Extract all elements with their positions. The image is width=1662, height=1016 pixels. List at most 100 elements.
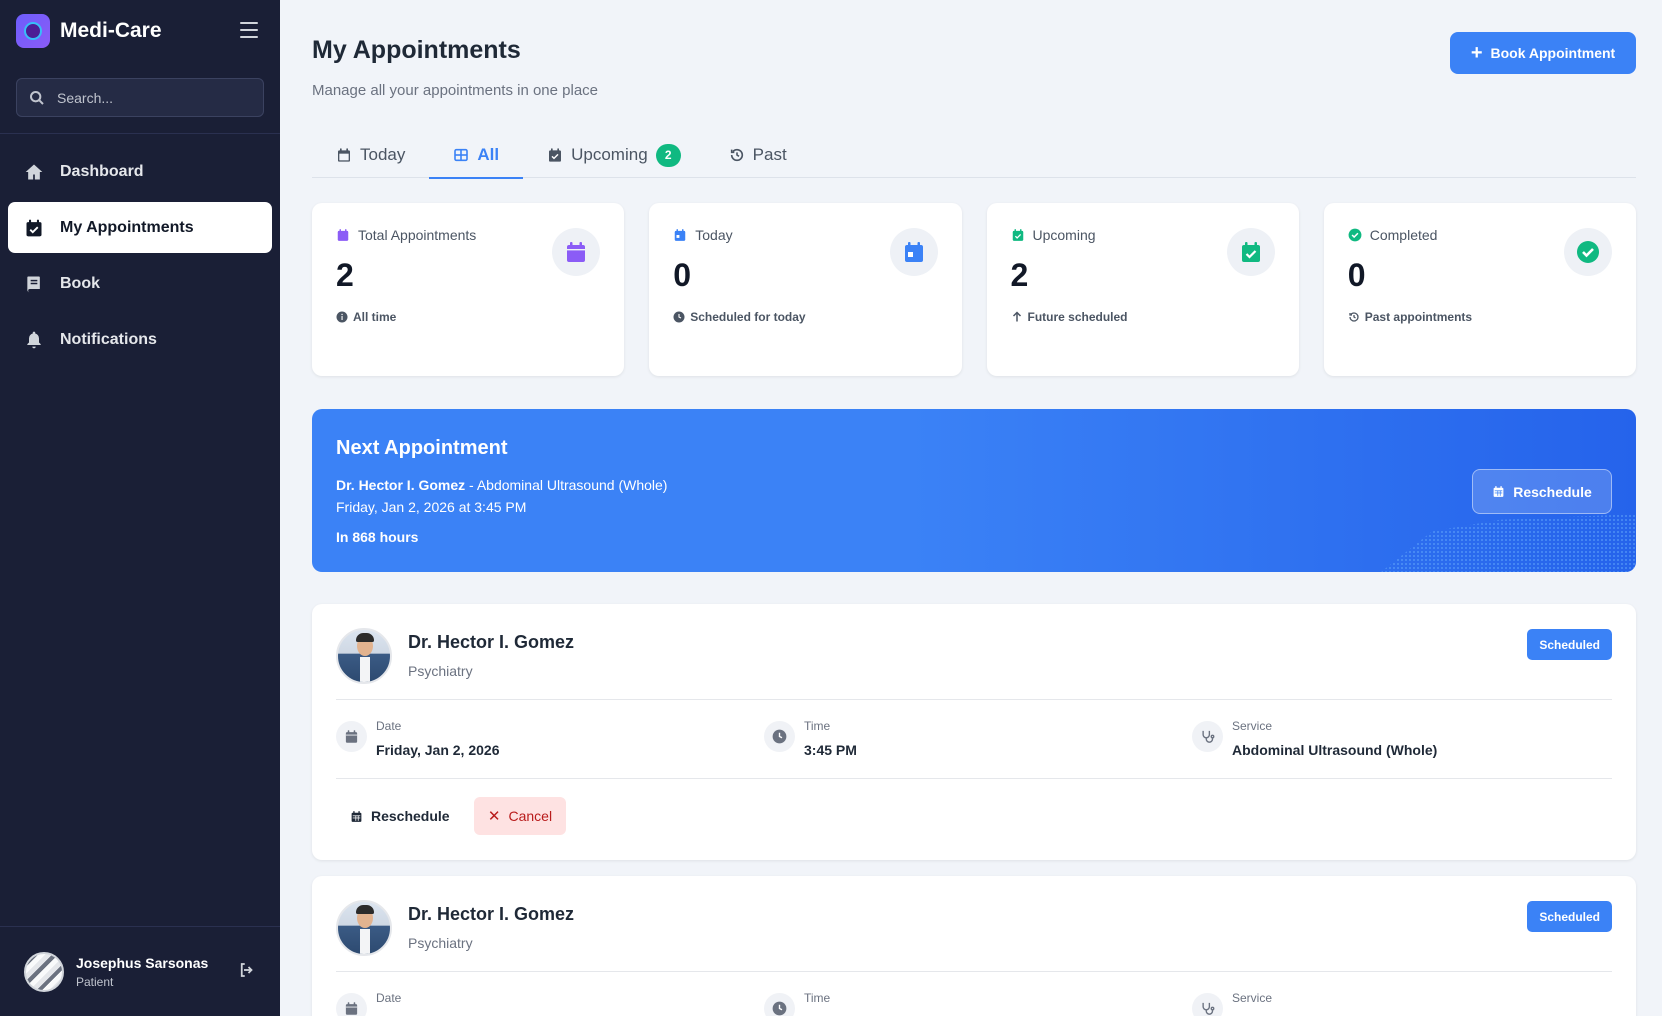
sidebar-item-dashboard[interactable]: Dashboard (8, 146, 272, 197)
info-icon (336, 311, 348, 323)
page-subtitle: Manage all your appointments in one plac… (312, 82, 599, 99)
avatar[interactable] (24, 951, 64, 992)
plus-icon: + (1470, 42, 1483, 64)
doctor-avatar (336, 900, 392, 956)
calendar-icon (567, 242, 586, 262)
grid-icon (454, 148, 469, 162)
home-icon (25, 164, 43, 179)
calendar-icon (337, 229, 349, 241)
search-input[interactable] (57, 89, 247, 106)
stat-footer: All time (353, 310, 397, 324)
next-appointment-service: - Abdominal Ultrasound (Whole) (465, 477, 668, 493)
clock-icon (772, 729, 787, 744)
date-label: Date (376, 991, 402, 1005)
card-divider (336, 778, 1612, 779)
doctor-specialty: Psychiatry (408, 663, 473, 679)
sidebar-item-notifications[interactable]: Notifications (8, 314, 272, 365)
calendar-check-icon (1012, 229, 1023, 241)
stat-footer: Future scheduled (1027, 310, 1128, 324)
hamburger-menu-icon[interactable] (240, 22, 258, 38)
service-label: Service (1232, 719, 1273, 733)
status-badge: Scheduled (1527, 901, 1612, 932)
appointment-service: Service (1192, 991, 1272, 1016)
doctor-avatar (336, 628, 392, 684)
stethoscope-icon (1202, 730, 1215, 743)
user-info: Josephus Sarsonas Patient (76, 955, 208, 989)
appointment-card: Dr. Hector I. Gomez Psychiatry Scheduled… (312, 876, 1636, 1016)
service-value: Abdominal Ultrasound (Whole) (1232, 742, 1438, 758)
date-value: Friday, Jan 2, 2026 (376, 742, 500, 758)
stat-card-upcoming: Upcoming 2 Future scheduled (986, 203, 1299, 376)
appointment-card: Dr. Hector I. Gomez Psychiatry Scheduled… (312, 604, 1636, 860)
calendar-icon (338, 148, 350, 162)
cancel-label: Cancel (508, 808, 553, 824)
book-icon (27, 276, 40, 292)
card-divider (336, 699, 1612, 700)
next-appointment-banner: Next Appointment Dr. Hector I. Gomez - A… (312, 409, 1636, 572)
appointment-tabs: Today All Upcoming 2 Past (312, 132, 1636, 179)
user-role: Patient (76, 974, 114, 989)
appointment-date: Date (336, 991, 401, 1016)
next-appointment-reschedule-button[interactable]: Reschedule (1472, 469, 1612, 514)
calendar-day-icon (904, 242, 923, 262)
book-appointment-label: Book Appointment (1490, 45, 1616, 61)
next-appointment-doctor: Dr. Hector I. Gomez (336, 477, 466, 493)
history-icon (730, 148, 743, 162)
tab-all[interactable]: All (429, 132, 523, 179)
appointment-date: Date Friday, Jan 2, 2026 (336, 719, 499, 758)
appointment-service: Service Abdominal Ultrasound (Whole) (1192, 719, 1437, 758)
sidebar-nav: Dashboard My Appointments Book Notificat… (8, 146, 272, 370)
tab-label: Past (752, 145, 787, 164)
calendar-check-icon (1241, 242, 1260, 262)
brand: Medi-Care (0, 0, 280, 62)
time-value: 3:45 PM (804, 742, 857, 758)
stat-footer: Scheduled for today (690, 310, 806, 324)
main-content: My Appointments Manage all your appointm… (280, 0, 1662, 1016)
sidebar-item-my-appointments[interactable]: My Appointments (8, 202, 272, 253)
stat-card-total: Total Appointments 2 All time (312, 203, 625, 376)
tab-upcoming[interactable]: Upcoming 2 (523, 132, 705, 178)
tab-past[interactable]: Past (705, 132, 811, 178)
check-circle-icon (1577, 241, 1599, 263)
reschedule-label: Reschedule (371, 808, 450, 824)
doctor-name: Dr. Hector I. Gomez (408, 632, 575, 652)
cancel-button[interactable]: ✕ Cancel (474, 797, 566, 835)
search-icon (30, 90, 44, 105)
stat-title: Completed (1369, 227, 1438, 243)
calendar-icon (351, 810, 362, 822)
calendar-icon (345, 1002, 358, 1015)
calendar-icon (345, 730, 358, 743)
book-appointment-button[interactable]: + Book Appointment (1450, 32, 1636, 74)
time-label: Time (804, 991, 831, 1005)
logout-icon[interactable] (238, 961, 256, 979)
sidebar-item-book[interactable]: Book (8, 258, 272, 309)
appointment-time: Time (764, 991, 830, 1016)
tab-label: Upcoming (571, 145, 648, 164)
tab-today[interactable]: Today (312, 132, 429, 178)
next-appointment-datetime: Friday, Jan 2, 2026 at 3:45 PM (336, 499, 527, 515)
history-icon (1349, 312, 1359, 322)
tab-label: Today (360, 145, 406, 164)
time-label: Time (804, 719, 831, 733)
stat-title: Total Appointments (358, 227, 477, 243)
sidebar-item-label: Book (60, 274, 100, 292)
stat-card-today: Today 0 Scheduled for today (649, 203, 962, 376)
reschedule-button[interactable]: Reschedule (336, 797, 464, 835)
doctor-name: Dr. Hector I. Gomez (408, 904, 575, 924)
sidebar-item-label: My Appointments (60, 218, 194, 236)
stats-row: Total Appointments 2 All time Today 0 Sc… (312, 203, 1636, 376)
status-badge: Scheduled (1527, 629, 1612, 660)
tab-label: All (477, 145, 500, 164)
service-label: Service (1232, 991, 1273, 1005)
user-name: Josephus Sarsonas (76, 954, 209, 971)
bell-icon (27, 331, 41, 348)
calendar-icon (1493, 486, 1504, 497)
search-box[interactable] (16, 78, 264, 117)
user-profile: Josephus Sarsonas Patient (0, 926, 280, 1016)
stat-icon-completed (1564, 228, 1612, 276)
decorative-dot-pattern (1381, 514, 1636, 572)
date-label: Date (376, 719, 402, 733)
clock-icon (772, 1001, 787, 1016)
card-divider (336, 971, 1612, 972)
next-appointment-countdown: In 868 hours (336, 529, 419, 545)
